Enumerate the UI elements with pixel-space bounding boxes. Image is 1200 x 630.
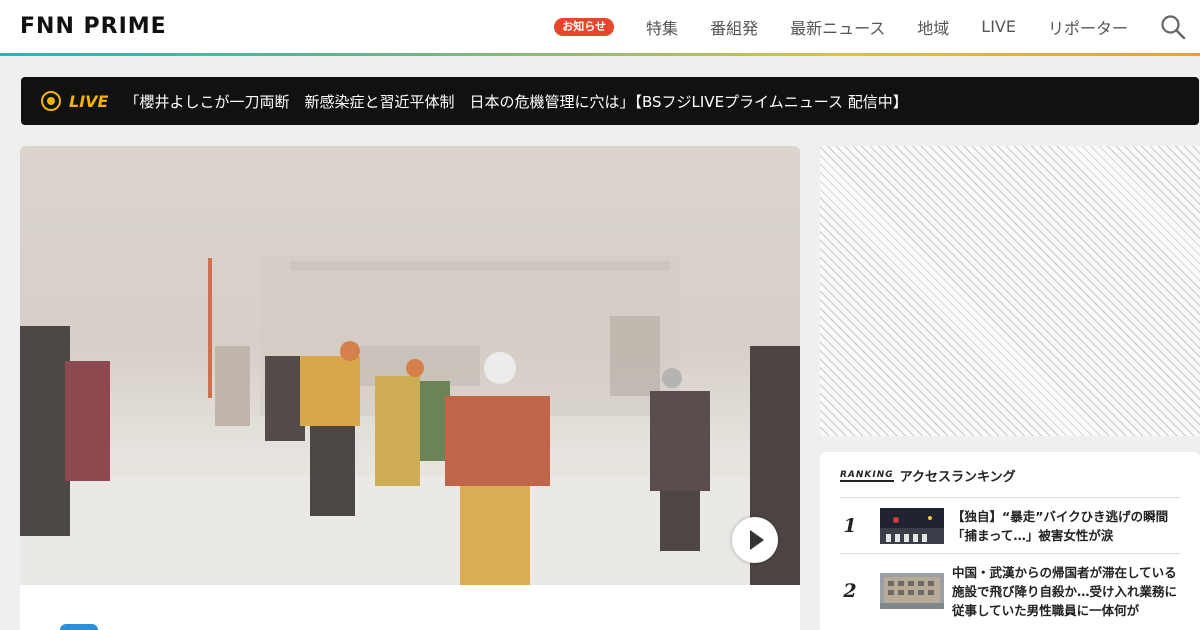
main-nav: お知らせ 特集 番組発 最新ニュース 地域 LIVE リポーター — [554, 0, 1200, 53]
category-tag[interactable] — [60, 624, 98, 630]
ad-placeholder — [820, 146, 1200, 436]
nav-item-region[interactable]: 地域 — [917, 15, 949, 39]
ranking-label-en: RANKING — [840, 469, 894, 482]
site-header: FNN PRIME お知らせ 特集 番組発 最新ニュース 地域 LIVE リポー… — [0, 0, 1200, 53]
main-article-card — [20, 146, 800, 630]
rank-title: 中国・武漢からの帰国者が滞在している施設で飛び降り自殺か…受け入れ業務に従事して… — [952, 564, 1178, 618]
nav-item-programs[interactable]: 番組発 — [710, 15, 758, 39]
ranking-item[interactable]: 1 【独自】“暴走”バイクひき逃げの瞬間 「捕まって…」被害女性が涙 — [840, 497, 1180, 553]
nav-item-reporter[interactable]: リポーター — [1048, 15, 1128, 39]
header-accent-line — [0, 53, 1200, 56]
live-banner[interactable]: LIVE 「櫻井よしこが一刀両断 新感染症と習近平体制 日本の危機管理に穴は」【… — [21, 77, 1199, 125]
fnn-prime-logo[interactable]: FNN PRIME — [20, 14, 167, 40]
nav-item-live[interactable]: LIVE — [981, 17, 1016, 36]
ranking-title: アクセスランキング — [899, 470, 1016, 485]
rank-thumbnail — [880, 573, 944, 609]
access-ranking-panel: RANKING アクセスランキング 1 【独自】“暴走”バイクひき逃げの瞬間 「… — [820, 452, 1200, 630]
search-icon[interactable] — [1160, 14, 1186, 40]
play-icon[interactable] — [732, 517, 778, 563]
ranking-item[interactable]: 2 中国・武漢からの帰国者が滞在している施設で飛び降り自殺か…受け入れ業務に従事… — [840, 553, 1180, 628]
nav-item-features[interactable]: 特集 — [646, 15, 678, 39]
rank-title: 【独自】“暴走”バイクひき逃げの瞬間 「捕まって…」被害女性が涙 — [952, 508, 1180, 543]
nav-item-latest-news[interactable]: 最新ニュース — [790, 15, 885, 39]
live-label: LIVE — [69, 91, 109, 111]
snowy-mountain-scene — [20, 146, 800, 585]
live-eye-icon — [41, 91, 61, 111]
ranking-header: RANKING アクセスランキング — [840, 466, 1016, 485]
rank-number: 2 — [843, 580, 857, 602]
video-thumbnail[interactable] — [20, 146, 800, 585]
rank-number: 1 — [843, 514, 857, 537]
logo-text: FNN PRIME — [20, 14, 167, 39]
live-headline[interactable]: 「櫻井よしこが一刀両断 新感染症と習近平体制 日本の危機管理に穴は」【BSフジL… — [124, 91, 907, 112]
rank-thumbnail — [880, 507, 944, 544]
notice-badge[interactable]: お知らせ — [554, 17, 615, 36]
